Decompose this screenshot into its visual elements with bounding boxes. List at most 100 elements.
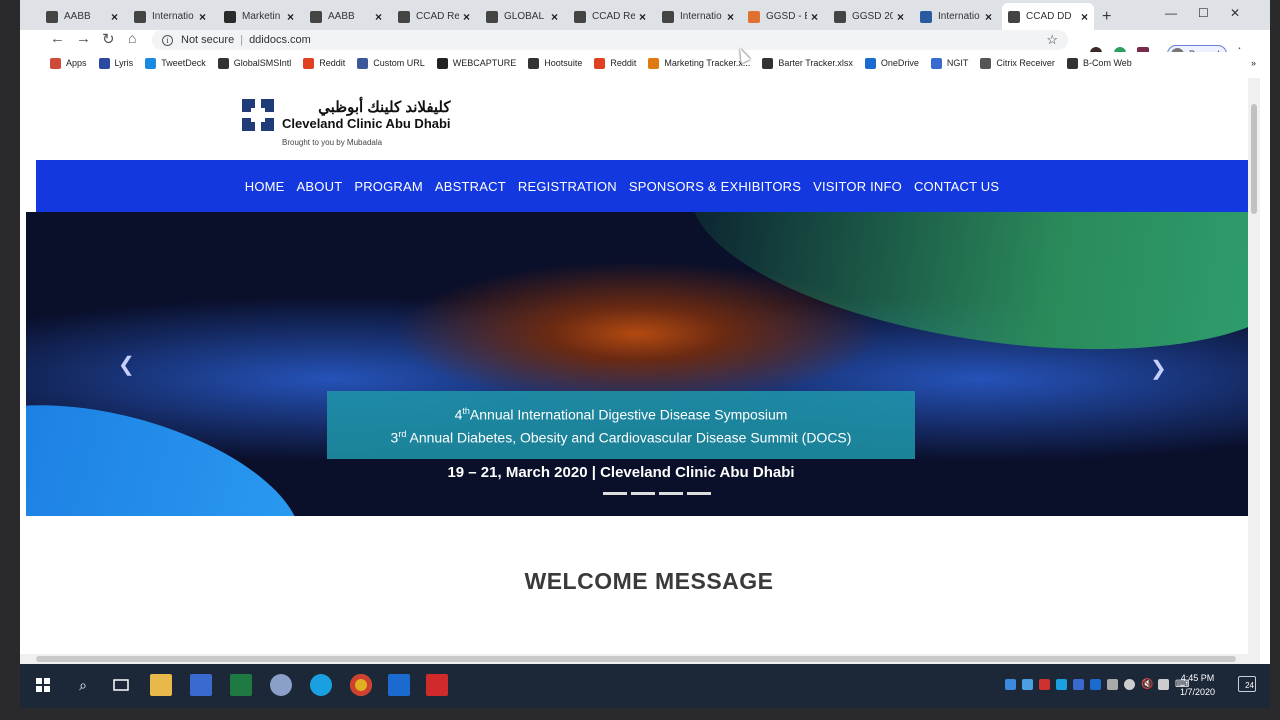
browser-tab[interactable]: GGSD - E ×: [742, 3, 824, 30]
info-icon[interactable]: i: [162, 34, 173, 46]
browser-tab[interactable]: GGSD 20 ×: [828, 3, 910, 30]
nav-link-contact-us[interactable]: CONTACT US: [914, 179, 999, 194]
tab-title: CCAD Re: [416, 11, 459, 22]
bookmark-label: Citrix Receiver: [996, 58, 1055, 68]
bookmark-item[interactable]: Citrix Receiver: [980, 57, 1055, 69]
carousel-dot[interactable]: [687, 492, 711, 495]
new-tab-button[interactable]: +: [1102, 8, 1111, 26]
minimize-button[interactable]: —: [1165, 6, 1177, 20]
wifi-icon[interactable]: [1124, 679, 1135, 690]
bookmark-item[interactable]: TweetDeck: [145, 57, 206, 69]
chrome-icon[interactable]: [350, 674, 372, 696]
carousel-next-icon[interactable]: ❯: [1150, 356, 1167, 381]
bookmark-item[interactable]: GlobalSMSIntl: [217, 57, 292, 69]
more-bookmarks-icon[interactable]: »: [1251, 58, 1256, 68]
outlook-icon[interactable]: [388, 674, 410, 696]
carousel-dot[interactable]: [603, 492, 627, 495]
excel-icon[interactable]: [230, 674, 252, 696]
carousel-prev-icon[interactable]: ❮: [118, 352, 135, 377]
bookmark-item[interactable]: Barter Tracker.xlsx: [762, 57, 853, 69]
skype-icon[interactable]: [310, 674, 332, 696]
bookmark-item[interactable]: Reddit: [303, 57, 346, 69]
tab-close-icon[interactable]: ×: [1081, 10, 1088, 24]
bookmark-label: GlobalSMSIntl: [233, 58, 292, 68]
bookmark-icon: [864, 57, 876, 69]
nav-link-about[interactable]: ABOUT: [297, 179, 343, 194]
printer-icon[interactable]: [1107, 679, 1118, 690]
browser-tab[interactable]: AABB ×: [40, 3, 124, 30]
home-button[interactable]: ⌂: [128, 30, 136, 46]
onedrive-icon[interactable]: [1005, 679, 1016, 690]
nav-link-visitor-info[interactable]: VISITOR INFO: [813, 179, 902, 194]
nav-link-sponsors-exhibitors[interactable]: SPONSORS & EXHIBITORS: [629, 179, 801, 194]
browser-tab[interactable]: CCAD DD ×: [1002, 3, 1094, 30]
file-explorer-icon[interactable]: [150, 674, 172, 696]
browser-tab[interactable]: Internatio ×: [656, 3, 740, 30]
teams-tray-icon[interactable]: [1073, 679, 1084, 690]
bookmark-item[interactable]: OneDrive: [864, 57, 919, 69]
horizontal-scrollbar[interactable]: [20, 654, 1260, 664]
windows-start-icon[interactable]: [32, 674, 54, 696]
browser-tab[interactable]: AABB ×: [304, 3, 388, 30]
bookmark-label: Reddit: [319, 58, 346, 68]
notification-center-icon[interactable]: 24: [1238, 676, 1256, 692]
search-icon[interactable]: ⌕: [72, 674, 94, 696]
tab-title: GLOBAL I: [504, 11, 547, 22]
tab-close-icon[interactable]: ×: [287, 10, 294, 24]
network-icon[interactable]: [270, 674, 292, 696]
address-bar[interactable]: i Not secure | ddidocs.com ☆: [152, 30, 1068, 50]
bookmark-item[interactable]: Reddit: [594, 57, 636, 69]
tab-close-icon[interactable]: ×: [897, 10, 904, 24]
nav-link-registration[interactable]: REGISTRATION: [518, 179, 617, 194]
browser-tab[interactable]: GLOBAL I ×: [480, 3, 564, 30]
nav-link-abstract[interactable]: ABSTRACT: [435, 179, 506, 194]
bookmark-item[interactable]: Custom URL: [357, 57, 425, 69]
acrobat-icon[interactable]: [426, 674, 448, 696]
tab-close-icon[interactable]: ×: [375, 10, 382, 24]
volume-icon[interactable]: 🔇: [1141, 679, 1153, 690]
browser-tab[interactable]: Internatio ×: [128, 3, 212, 30]
outlook-tray-icon[interactable]: [1090, 679, 1101, 690]
bookmark-item[interactable]: Lyris: [98, 57, 133, 69]
star-icon[interactable]: ☆: [1046, 32, 1058, 48]
bookmark-item[interactable]: Hootsuite: [528, 57, 582, 69]
tab-close-icon[interactable]: ×: [551, 10, 558, 24]
tab-close-icon[interactable]: ×: [199, 10, 206, 24]
bookmark-item[interactable]: WEBCAPTURE: [436, 57, 516, 69]
back-button[interactable]: ←: [50, 30, 65, 47]
bookmark-item[interactable]: B-Com Web: [1066, 57, 1132, 69]
carousel-dot[interactable]: [659, 492, 683, 495]
browser-tab[interactable]: CCAD Re ×: [568, 3, 652, 30]
browser-tab[interactable]: CCAD Re ×: [392, 3, 476, 30]
bookmark-label: OneDrive: [880, 58, 919, 68]
carousel-dot[interactable]: [631, 492, 655, 495]
tab-close-icon[interactable]: ×: [463, 10, 470, 24]
site-logo[interactable]: كليفلاند كلينك أبوظبي Cleveland Clinic A…: [242, 98, 451, 131]
bookmark-item[interactable]: Apps: [50, 57, 87, 69]
reload-button[interactable]: ↻: [102, 30, 115, 48]
nav-link-home[interactable]: HOME: [245, 179, 285, 194]
nav-link-program[interactable]: PROGRAM: [354, 179, 423, 194]
event-dates: 19 – 21, March 2020 | Cleveland Clinic A…: [447, 464, 795, 481]
browser-tab[interactable]: Internatio ×: [914, 3, 998, 30]
close-window-button[interactable]: ✕: [1230, 6, 1240, 20]
skype-tray-icon[interactable]: [1056, 679, 1067, 690]
browser-tab[interactable]: Marketin ×: [218, 3, 300, 30]
bookmark-item[interactable]: NGIT: [930, 57, 968, 69]
forward-button[interactable]: →: [76, 30, 91, 47]
teams-icon[interactable]: [190, 674, 212, 696]
tab-close-icon[interactable]: ×: [985, 10, 992, 24]
tab-close-icon[interactable]: ×: [727, 10, 734, 24]
document-icon: [46, 10, 58, 23]
vertical-scrollbar[interactable]: [1248, 78, 1260, 664]
tab-close-icon[interactable]: ×: [811, 10, 818, 24]
tab-close-icon[interactable]: ×: [639, 10, 646, 24]
tray-icon[interactable]: [1022, 679, 1033, 690]
task-view-icon[interactable]: [110, 674, 132, 696]
bookmark-item[interactable]: Marketing Tracker.x...: [648, 57, 750, 69]
tab-close-icon[interactable]: ×: [111, 10, 118, 24]
battery-icon[interactable]: [1158, 679, 1169, 690]
maximize-button[interactable]: ☐: [1198, 6, 1209, 20]
acrobat-tray-icon[interactable]: [1039, 679, 1050, 690]
clock[interactable]: 4:45 PM 1/7/2020: [1180, 671, 1215, 699]
